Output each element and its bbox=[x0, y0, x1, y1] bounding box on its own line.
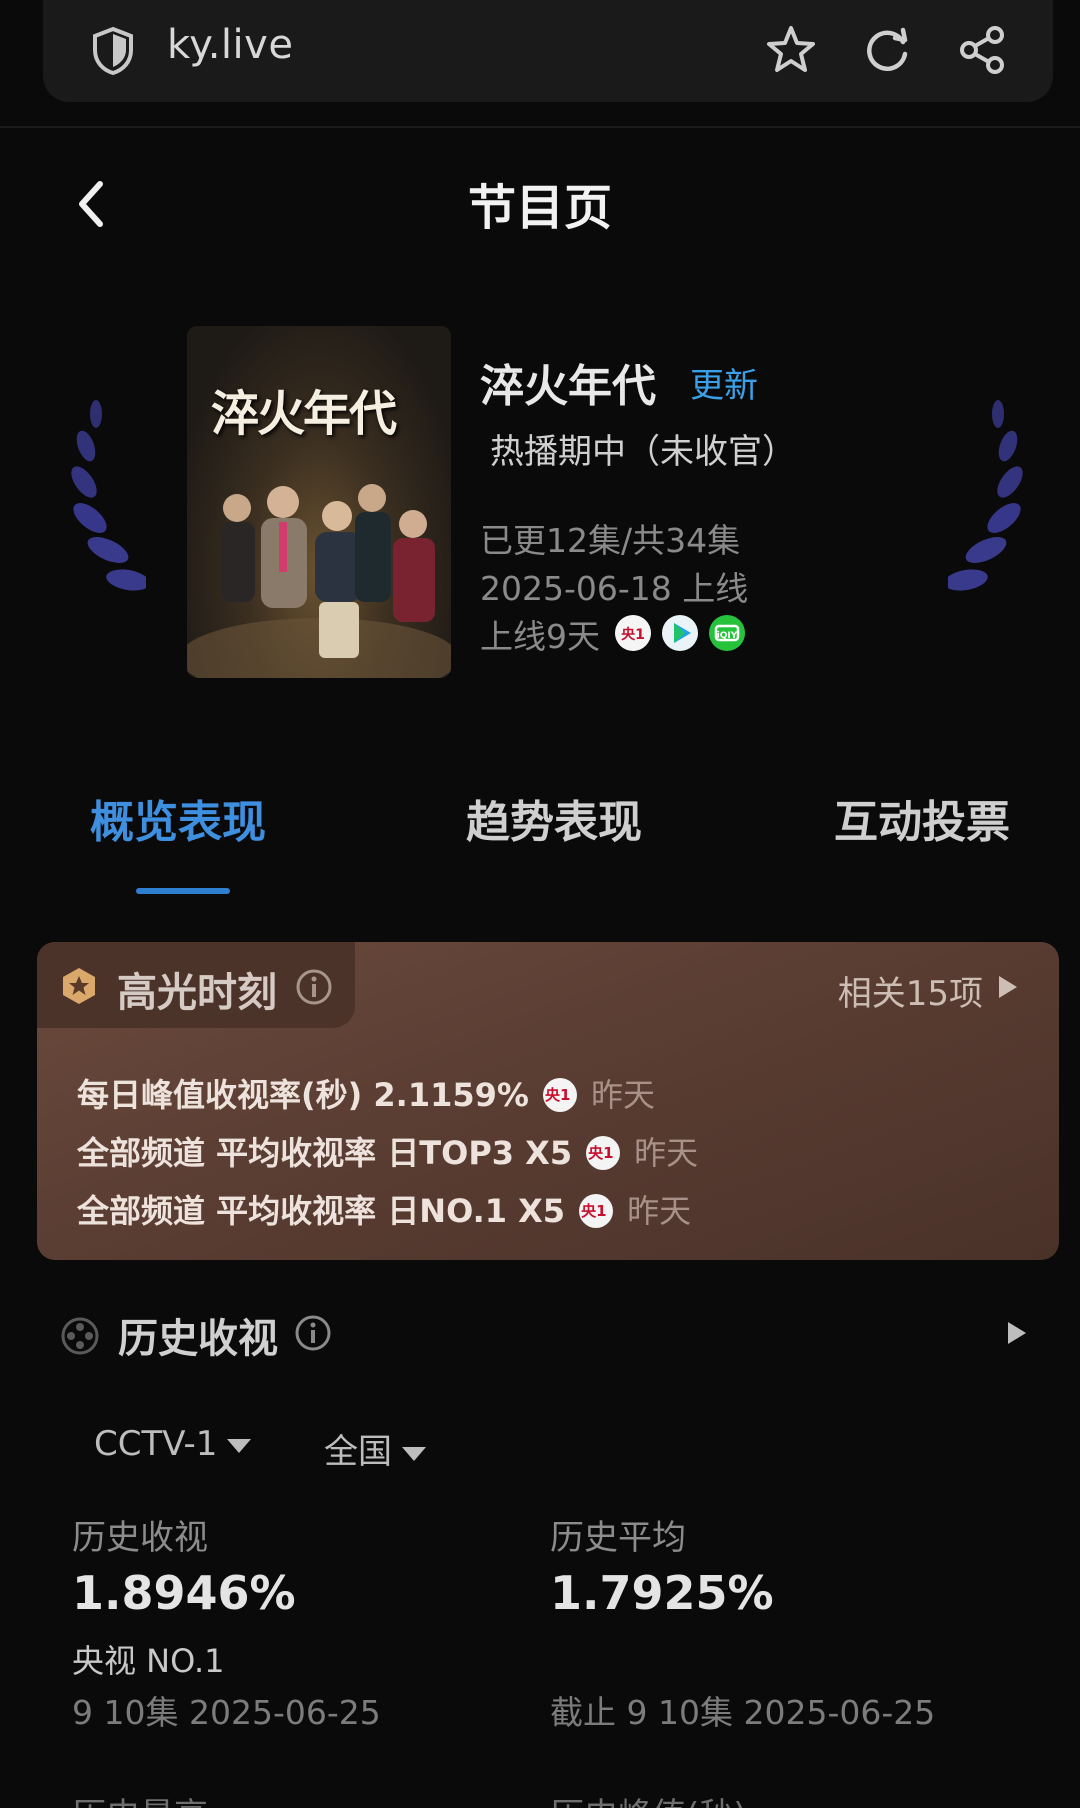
history-title: 历史收视 bbox=[118, 1316, 278, 1362]
show-poster[interactable]: 淬火年代 bbox=[187, 326, 451, 678]
shield-icon[interactable] bbox=[91, 26, 135, 76]
info-icon[interactable] bbox=[295, 968, 333, 1006]
highlight-row: 每日峰值收视率(秒) 2.1159% 昨天 bbox=[77, 1070, 655, 1116]
browser-toolbar: ky.live bbox=[43, 0, 1053, 102]
highlight-row: 全部频道 平均收视率 日NO.1 X5 昨天 bbox=[77, 1186, 691, 1232]
poster-title: 淬火年代 bbox=[211, 386, 397, 442]
stat-value: 1.7925% bbox=[550, 1566, 774, 1620]
highlight-text: 全部频道 平均收视率 日TOP3 X5 bbox=[77, 1134, 573, 1172]
update-badge: 更新 bbox=[690, 366, 758, 406]
play-arrow-icon[interactable] bbox=[997, 974, 1019, 1000]
show-title: 淬火年代 bbox=[480, 361, 656, 412]
cctv1-icon bbox=[586, 1136, 621, 1170]
episode-count: 已更12集/共34集 bbox=[480, 521, 741, 560]
stat-label: 历史平均 bbox=[550, 1518, 686, 1558]
play-arrow-icon[interactable] bbox=[1006, 1320, 1028, 1346]
highlight-card[interactable]: 高光时刻 相关15项 每日峰值收视率(秒) 2.1159% 昨天 全部频道 平均收… bbox=[37, 942, 1059, 1260]
active-tab-indicator bbox=[136, 888, 230, 894]
stat-label: 历史峰值(秒) bbox=[550, 1788, 747, 1808]
film-reel-icon bbox=[61, 1317, 99, 1355]
cctv1-icon bbox=[542, 1078, 577, 1112]
tab-trends[interactable]: 趋势表现 bbox=[466, 786, 642, 850]
stat-date: 截止 9 10集 2025-06-25 bbox=[550, 1693, 936, 1732]
show-status: 热播期中（未收官） bbox=[490, 432, 796, 472]
region-value: 全国 bbox=[324, 1432, 392, 1472]
highlight-when: 昨天 bbox=[634, 1134, 699, 1172]
highlight-when: 昨天 bbox=[627, 1192, 692, 1230]
star-badge-icon bbox=[63, 968, 95, 1004]
svg-text:iQIY: iQIY bbox=[717, 631, 738, 641]
poster-cast-image bbox=[187, 484, 451, 678]
iqiyi-icon: iQIY bbox=[709, 615, 745, 651]
channel-dropdown[interactable]: CCTV-1 bbox=[94, 1424, 252, 1464]
days-online: 上线9天 bbox=[480, 617, 600, 656]
page-title: 节目页 bbox=[467, 180, 612, 236]
tencent-video-icon bbox=[662, 615, 698, 651]
highlight-row: 全部频道 平均收视率 日TOP3 X5 昨天 bbox=[77, 1128, 698, 1174]
url-text[interactable]: ky.live bbox=[167, 22, 293, 68]
divider bbox=[0, 126, 1080, 128]
caret-down-icon bbox=[227, 1438, 252, 1453]
highlight-text: 每日峰值收视率(秒) 2.1159% bbox=[77, 1076, 529, 1114]
highlight-title: 高光时刻 bbox=[117, 970, 277, 1016]
release-date: 2025-06-18 上线 bbox=[480, 569, 749, 608]
stat-date: 9 10集 2025-06-25 bbox=[72, 1693, 381, 1732]
highlight-text: 全部频道 平均收视率 日NO.1 X5 bbox=[77, 1192, 566, 1230]
laurel-right-icon bbox=[948, 400, 1023, 591]
tab-voting[interactable]: 互动投票 bbox=[834, 786, 1010, 850]
star-icon[interactable] bbox=[763, 22, 819, 78]
stat-label: 历史收视 bbox=[72, 1518, 208, 1558]
stat-value: 1.8946% bbox=[72, 1566, 296, 1620]
stat-label: 历史最高 bbox=[72, 1788, 208, 1808]
cctv1-icon bbox=[579, 1194, 614, 1228]
share-icon[interactable] bbox=[955, 22, 1011, 78]
refresh-icon[interactable] bbox=[859, 22, 915, 78]
highlight-tab: 高光时刻 bbox=[37, 942, 355, 1028]
highlight-when: 昨天 bbox=[590, 1076, 655, 1114]
svg-text:央1: 央1 bbox=[621, 626, 645, 643]
related-count-link[interactable]: 相关15项 bbox=[838, 966, 983, 1015]
cctv1-icon: 央1 bbox=[615, 615, 651, 651]
laurel-left-icon bbox=[71, 400, 146, 591]
info-icon[interactable] bbox=[294, 1314, 332, 1352]
stat-rank: 央视 NO.1 bbox=[72, 1642, 225, 1680]
caret-down-icon bbox=[402, 1446, 426, 1461]
channel-value: CCTV-1 bbox=[94, 1424, 218, 1464]
region-dropdown[interactable]: 全国 bbox=[324, 1424, 426, 1473]
tab-overview[interactable]: 概览表现 bbox=[90, 786, 266, 850]
